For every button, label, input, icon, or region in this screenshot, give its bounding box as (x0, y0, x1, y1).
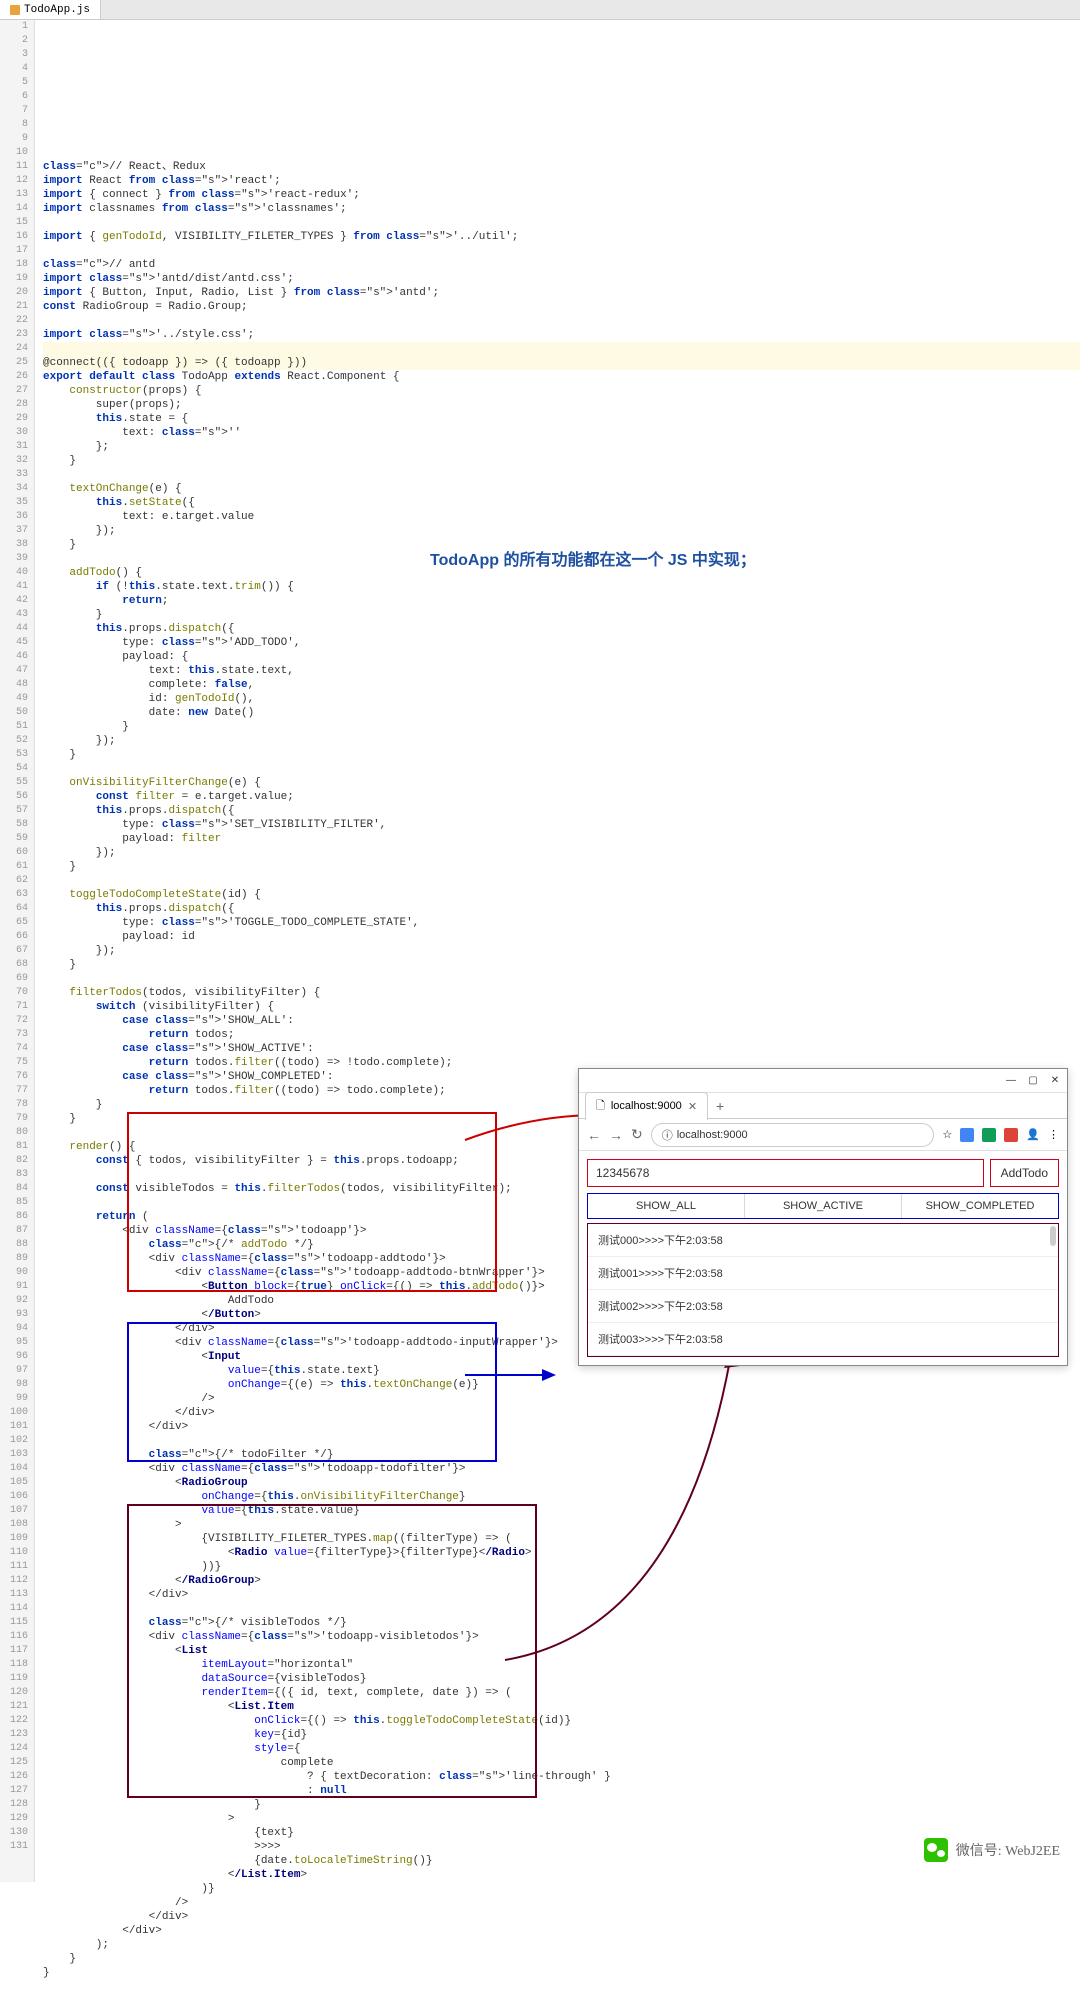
browser-tab-title: localhost:9000 (611, 1100, 682, 1112)
address-bar[interactable]: ⓘ localhost:9000 (651, 1123, 935, 1147)
ext-icon-3[interactable] (1004, 1128, 1018, 1142)
profile-icon[interactable]: 👤 (1026, 1128, 1040, 1141)
menu-icon[interactable]: ⋮ (1048, 1128, 1059, 1141)
close-icon[interactable]: ✕ (1049, 1075, 1061, 1087)
tab-filename: TodoApp.js (24, 4, 90, 16)
browser-titlebar: — ▢ ✕ (579, 1069, 1067, 1093)
browser-toolbar: ← → ↻ ⓘ localhost:9000 ☆ 👤 ⋮ (579, 1119, 1067, 1151)
browser-tabs: 🗋 localhost:9000 ✕ + (579, 1093, 1067, 1119)
tab-close-icon[interactable]: ✕ (688, 1100, 697, 1113)
line-gutter: 1234567891011121314151617181920212223242… (0, 20, 35, 1882)
maximize-icon[interactable]: ▢ (1027, 1075, 1039, 1087)
info-icon: ⓘ (662, 1127, 673, 1143)
reload-icon[interactable]: ↻ (631, 1126, 643, 1143)
code-area[interactable]: class="c">// React、Reduximport React fro… (35, 20, 1080, 1882)
js-file-icon (10, 5, 20, 15)
annotation-text: TodoApp 的所有功能都在这一个 JS 中实现； (430, 546, 756, 570)
wechat-label: 微信号: WebJ2EE (956, 1840, 1060, 1860)
scrollbar-thumb[interactable] (1050, 1226, 1056, 1246)
star-icon[interactable]: ☆ (942, 1128, 952, 1141)
forward-icon[interactable]: → (609, 1127, 623, 1143)
wechat-icon (924, 1838, 948, 1862)
browser-tab[interactable]: 🗋 localhost:9000 ✕ (585, 1092, 708, 1120)
ext-icon-2[interactable] (982, 1128, 996, 1142)
filter-show-active[interactable]: SHOW_ACTIVE (745, 1194, 902, 1218)
add-todo-button[interactable]: AddTodo (990, 1159, 1059, 1187)
filter-show-all[interactable]: SHOW_ALL (588, 1194, 745, 1218)
url-text: localhost:9000 (677, 1129, 748, 1141)
todo-input[interactable] (587, 1159, 984, 1187)
back-icon[interactable]: ← (587, 1127, 601, 1143)
new-tab-button[interactable]: + (716, 1098, 724, 1114)
filter-row: SHOW_ALL SHOW_ACTIVE SHOW_COMPLETED (587, 1193, 1059, 1219)
minimize-icon[interactable]: — (1005, 1075, 1017, 1087)
wechat-footer: 微信号: WebJ2EE (924, 1838, 1060, 1862)
page-icon: 🗋 (596, 1097, 605, 1116)
todo-item[interactable]: 测试002>>>>下午2:03:58 (588, 1290, 1058, 1323)
todo-list: 测试000>>>>下午2:03:58 测试001>>>>下午2:03:58 测试… (587, 1223, 1059, 1357)
file-tab[interactable]: TodoApp.js (0, 0, 101, 19)
todo-item[interactable]: 测试003>>>>下午2:03:58 (588, 1323, 1058, 1356)
browser-content: AddTodo SHOW_ALL SHOW_ACTIVE SHOW_COMPLE… (579, 1151, 1067, 1365)
filter-show-completed[interactable]: SHOW_COMPLETED (902, 1194, 1058, 1218)
todo-item[interactable]: 测试000>>>>下午2:03:58 (588, 1224, 1058, 1257)
ext-icon-1[interactable] (960, 1128, 974, 1142)
todo-item[interactable]: 测试001>>>>下午2:03:58 (588, 1257, 1058, 1290)
addtodo-row: AddTodo (587, 1159, 1059, 1187)
code-editor: 1234567891011121314151617181920212223242… (0, 20, 1080, 1882)
editor-tab-bar: TodoApp.js (0, 0, 1080, 20)
browser-window: — ▢ ✕ 🗋 localhost:9000 ✕ + ← → ↻ ⓘ local… (578, 1068, 1068, 1366)
